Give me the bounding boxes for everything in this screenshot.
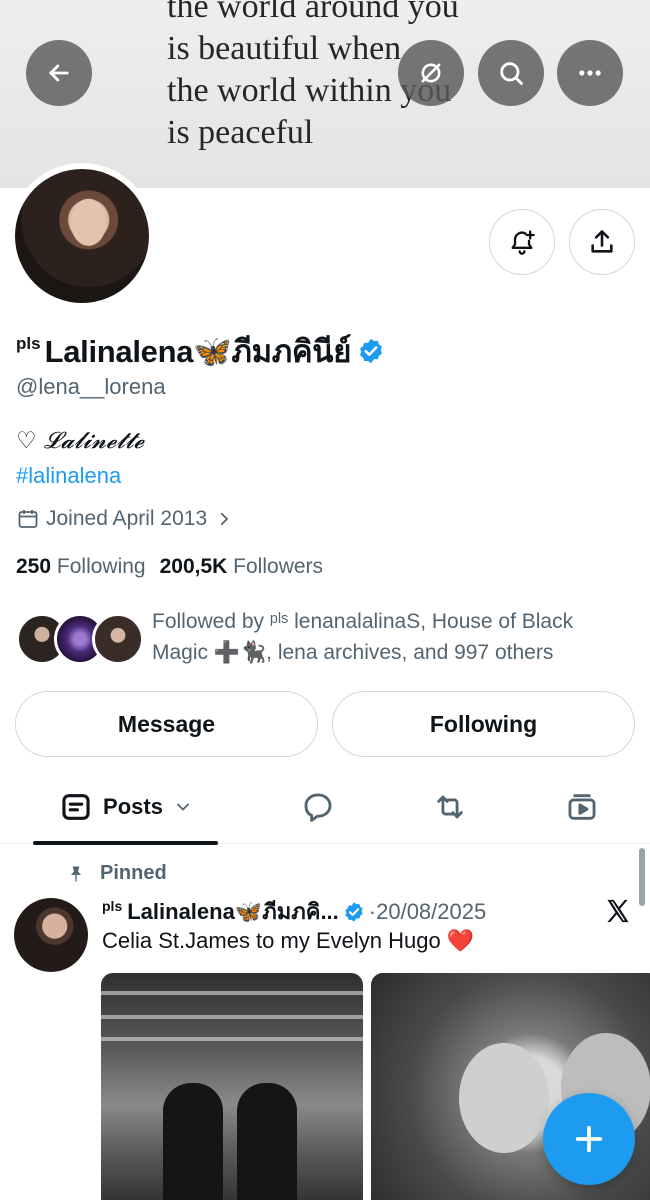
back-button[interactable] xyxy=(26,40,92,106)
bio-text: ♡ 𝓛𝓪𝓵𝓲𝓷𝓮𝓽𝓽𝓮 xyxy=(16,428,145,454)
banner-quote-line: is peaceful xyxy=(167,114,314,151)
tab-replies[interactable] xyxy=(284,770,352,844)
joined-date[interactable]: Joined April 2013 xyxy=(16,507,239,531)
post-photo[interactable] xyxy=(101,973,363,1200)
avatar xyxy=(92,613,144,665)
post-name-prefix: pls xyxy=(102,897,123,914)
post-emoji: ❤️ xyxy=(446,928,475,953)
verified-badge-icon xyxy=(360,338,383,364)
photo-figure xyxy=(237,1083,297,1200)
share-button[interactable] xyxy=(569,209,635,275)
profile-tabs: Posts xyxy=(0,770,650,845)
photo-ceiling-light xyxy=(101,991,363,995)
bio-hashtag-link[interactable]: #lalinalena xyxy=(16,463,121,489)
following-count: 250 xyxy=(16,555,52,578)
joined-label: Joined April 2013 xyxy=(46,507,208,530)
profile-name-row: pls Lalinalena🦋ภีมภคินีย์ xyxy=(16,326,385,376)
post-date[interactable]: ·20/08/2025 xyxy=(369,899,486,925)
calendar-icon xyxy=(18,510,38,528)
search-icon xyxy=(500,62,523,85)
post-text-content: Celia St.James to my Evelyn Hugo xyxy=(102,928,441,953)
post-author-name[interactable]: Lalinalena🦋ภีมภคิ... xyxy=(127,894,339,929)
avatar[interactable] xyxy=(14,898,88,972)
notification-bell-icon xyxy=(511,230,535,255)
follow-stats: 250 Following 200,5K Followers xyxy=(16,555,323,579)
tab-posts[interactable]: Posts xyxy=(33,770,218,845)
media-icon xyxy=(568,794,596,820)
following-stat-label: Following xyxy=(56,555,146,578)
tab-posts-label: Posts xyxy=(103,794,163,819)
verified-badge-icon xyxy=(345,901,363,922)
chevron-right-icon xyxy=(220,512,229,526)
reposts-icon xyxy=(437,795,463,819)
message-button[interactable]: Message xyxy=(15,691,318,757)
share-icon xyxy=(591,230,613,253)
profile-avatar-frame xyxy=(9,163,155,309)
post-header: pls Lalinalena🦋ภีมภคิ... ·20/08/2025 xyxy=(102,894,486,929)
tab-reposts[interactable] xyxy=(416,770,484,844)
avatar[interactable] xyxy=(15,169,149,303)
display-name: Lalinalena🦋ภีมภคินีย์ xyxy=(44,334,352,369)
active-tab-indicator xyxy=(33,841,218,845)
banner-quote-line: the world around you xyxy=(167,0,459,25)
chevron-down-icon xyxy=(177,803,189,811)
photo-ceiling-light xyxy=(101,1015,363,1019)
photo-figure xyxy=(163,1083,223,1200)
replies-icon xyxy=(304,793,332,822)
profile-banner: the world around you is beautiful when t… xyxy=(0,0,650,188)
compose-plus-icon xyxy=(575,1125,603,1153)
back-arrow-icon xyxy=(49,64,69,82)
pinned-label: Pinned xyxy=(100,862,167,884)
follower-avatars xyxy=(16,605,146,665)
name-prefix: pls xyxy=(16,334,41,353)
notifications-button[interactable] xyxy=(489,209,555,275)
followers-stat-label: Followers xyxy=(233,555,324,578)
profile-handle: @lena__lorena xyxy=(16,374,166,399)
grok-icon xyxy=(421,63,441,83)
photo-ceiling-light xyxy=(101,1037,363,1041)
pinned-indicator: Pinned xyxy=(66,862,167,885)
post-text: Celia St.James to my Evelyn Hugo ❤️ xyxy=(102,928,474,954)
x-logo-icon[interactable] xyxy=(604,897,632,925)
photo-face xyxy=(459,1043,549,1153)
scrollbar[interactable] xyxy=(639,848,645,906)
more-icon xyxy=(579,70,601,76)
more-button[interactable] xyxy=(557,40,623,106)
grok-button[interactable] xyxy=(398,40,464,106)
followed-by-text: Followed by ᵖˡˢ lenanalalinaS, House of … xyxy=(152,610,574,664)
followers-stat[interactable]: 200,5K Followers xyxy=(160,555,323,578)
posts-icon xyxy=(62,794,90,820)
search-button[interactable] xyxy=(478,40,544,106)
followers-count: 200,5K xyxy=(159,555,228,578)
tab-media[interactable] xyxy=(548,770,616,844)
pin-icon xyxy=(71,866,81,881)
following-stat[interactable]: 250 Following xyxy=(16,555,146,578)
compose-button[interactable] xyxy=(543,1093,635,1185)
followed-by-row[interactable]: Followed by ᵖˡˢ lenanalalinaS, House of … xyxy=(16,605,612,668)
following-button[interactable]: Following xyxy=(332,691,635,757)
